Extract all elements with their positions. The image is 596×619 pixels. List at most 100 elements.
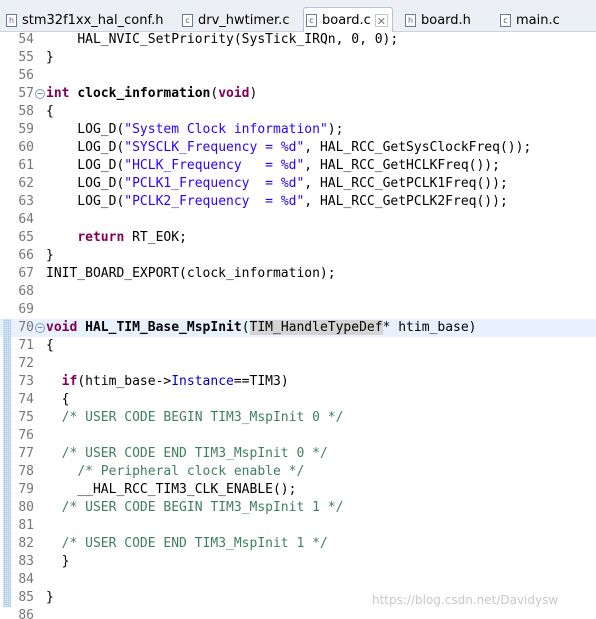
- code-line[interactable]: 59 LOG_D("System Clock information");: [0, 121, 596, 139]
- code-token: "HCLK_Frequency = %d": [124, 158, 305, 173]
- change-marker: [3, 589, 11, 607]
- close-tab-icon[interactable]: ✕: [374, 13, 388, 28]
- code-line[interactable]: 66}: [0, 247, 596, 265]
- tab-label: drv_hwtimer.c: [198, 12, 290, 28]
- code-line[interactable]: 68: [0, 283, 596, 301]
- code-line[interactable]: 63 LOG_D("PCLK2_Frequency = %d", HAL_RCC…: [0, 193, 596, 211]
- code-token: "PCLK1_Frequency = %d": [124, 176, 305, 191]
- line-number: 80: [18, 500, 34, 515]
- code-line[interactable]: 86: [0, 607, 596, 619]
- change-marker: [3, 499, 11, 517]
- code-line[interactable]: 67 INIT_BOARD_EXPORT(clock_information);: [0, 265, 596, 283]
- gutter-ruler: [3, 265, 11, 283]
- line-number: 58: [18, 104, 34, 119]
- code-text: }: [46, 589, 54, 607]
- code-token: ): [249, 86, 258, 101]
- line-number: 54: [18, 32, 34, 47]
- c-file-icon: c: [306, 13, 317, 27]
- code-line[interactable]: 83 }: [0, 553, 596, 571]
- change-marker: [3, 571, 11, 589]
- change-marker: [3, 391, 11, 409]
- code-text: LOG_D("SYSCLK_Frequency = %d", HAL_RCC_G…: [46, 139, 531, 157]
- code-text: {: [46, 337, 54, 355]
- tab-main-c[interactable]: c main.c: [500, 9, 560, 31]
- code-line[interactable]: 77 /* USER CODE END TIM3_MspInit 0 */: [0, 445, 596, 463]
- tab-label: main.c: [516, 12, 560, 28]
- change-marker: [3, 553, 11, 571]
- code-line[interactable]: 62 LOG_D("PCLK1_Frequency = %d", HAL_RCC…: [0, 175, 596, 193]
- line-number: 86: [18, 608, 34, 619]
- code-token: }: [46, 590, 54, 605]
- code-token: , HAL_RCC_GetHCLKFreq());: [304, 158, 500, 173]
- code-token: void: [218, 86, 250, 101]
- code-token: "SYSCLK_Frequency = %d": [124, 140, 305, 155]
- code-token: HAL_NVIC_SetPriority(SysTick_IRQn, 0, 0)…: [77, 32, 399, 47]
- line-number: 60: [18, 140, 34, 155]
- code-line[interactable]: 76: [0, 427, 596, 445]
- tab-board-c[interactable]: c board.c ✕: [303, 7, 393, 32]
- code-line[interactable]: 54 HAL_NVIC_SetPriority(SysTick_IRQn, 0,…: [0, 32, 596, 49]
- gutter-ruler: [3, 121, 11, 139]
- code-line[interactable]: 60 LOG_D("SYSCLK_Frequency = %d", HAL_RC…: [0, 139, 596, 157]
- code-line[interactable]: 73 if(htim_base->Instance==TIM3): [0, 373, 596, 391]
- code-line[interactable]: 72: [0, 355, 596, 373]
- gutter-ruler: [3, 85, 11, 103]
- code-line[interactable]: 71 {: [0, 337, 596, 355]
- code-token: ==TIM3): [233, 374, 289, 389]
- collapse-fold-icon[interactable]: −: [35, 89, 45, 99]
- tab-stm32f1xx-hal-conf-h[interactable]: h stm32f1xx_hal_conf.h: [6, 9, 163, 31]
- line-number: 69: [18, 302, 34, 317]
- gutter-ruler: [3, 229, 11, 247]
- code-line[interactable]: 65 return RT_EOK;: [0, 229, 596, 247]
- header-file-icon: h: [6, 13, 17, 27]
- code-text: int clock_information(void): [46, 85, 257, 103]
- code-line[interactable]: 81: [0, 517, 596, 535]
- code-token: (: [241, 320, 250, 335]
- code-line[interactable]: 74 {: [0, 391, 596, 409]
- code-editor[interactable]: 54 HAL_NVIC_SetPriority(SysTick_IRQn, 0,…: [0, 32, 596, 619]
- code-token: LOG_D(: [46, 158, 125, 173]
- code-line[interactable]: 75 /* USER CODE BEGIN TIM3_MspInit 0 */: [0, 409, 596, 427]
- change-marker: [3, 427, 11, 445]
- tab-board-h[interactable]: h board.h: [405, 9, 471, 31]
- code-line[interactable]: 58 {: [0, 103, 596, 121]
- code-token: }: [46, 554, 70, 569]
- code-token: , HAL_RCC_GetPCLK1Freq());: [304, 176, 508, 191]
- code-text: LOG_D("HCLK_Frequency = %d", HAL_RCC_Get…: [46, 157, 500, 175]
- code-token: TIM_HandleTypeDef: [249, 320, 383, 335]
- code-line[interactable]: 64: [0, 211, 596, 229]
- code-line[interactable]: 82 /* USER CODE END TIM3_MspInit 1 */: [0, 535, 596, 553]
- change-marker: [3, 517, 11, 535]
- code-token: RT_EOK;: [124, 230, 187, 245]
- code-line[interactable]: 70− void HAL_TIM_Base_MspInit(TIM_HandleT…: [0, 319, 596, 337]
- code-line[interactable]: 79 __HAL_RCC_TIM3_CLK_ENABLE();: [0, 481, 596, 499]
- code-token: (htim_base->: [77, 374, 172, 389]
- code-line[interactable]: 78 /* Peripheral clock enable */: [0, 463, 596, 481]
- line-number: 61: [18, 158, 34, 173]
- code-text: }: [46, 247, 54, 265]
- line-number: 81: [18, 518, 34, 533]
- code-line[interactable]: 69: [0, 301, 596, 319]
- collapse-fold-icon[interactable]: −: [35, 323, 45, 333]
- change-marker: [3, 481, 11, 499]
- code-token: /* USER CODE BEGIN TIM3_MspInit 1 */: [61, 500, 344, 515]
- code-line[interactable]: 56: [0, 67, 596, 85]
- code-token: {: [46, 104, 54, 119]
- code-token: LOG_D(: [46, 176, 125, 191]
- header-file-icon: h: [405, 13, 416, 27]
- code-line[interactable]: 84: [0, 571, 596, 589]
- code-line[interactable]: 57− int clock_information(void): [0, 85, 596, 103]
- line-number: 70: [18, 320, 34, 335]
- tab-drv-hwtimer-c[interactable]: c drv_hwtimer.c: [182, 9, 289, 31]
- code-line[interactable]: 61 LOG_D("HCLK_Frequency = %d", HAL_RCC_…: [0, 157, 596, 175]
- line-number: 82: [18, 536, 34, 551]
- code-text: return RT_EOK;: [46, 229, 187, 247]
- code-line[interactable]: 80 /* USER CODE BEGIN TIM3_MspInit 1 */: [0, 499, 596, 517]
- code-line[interactable]: 55}: [0, 49, 596, 67]
